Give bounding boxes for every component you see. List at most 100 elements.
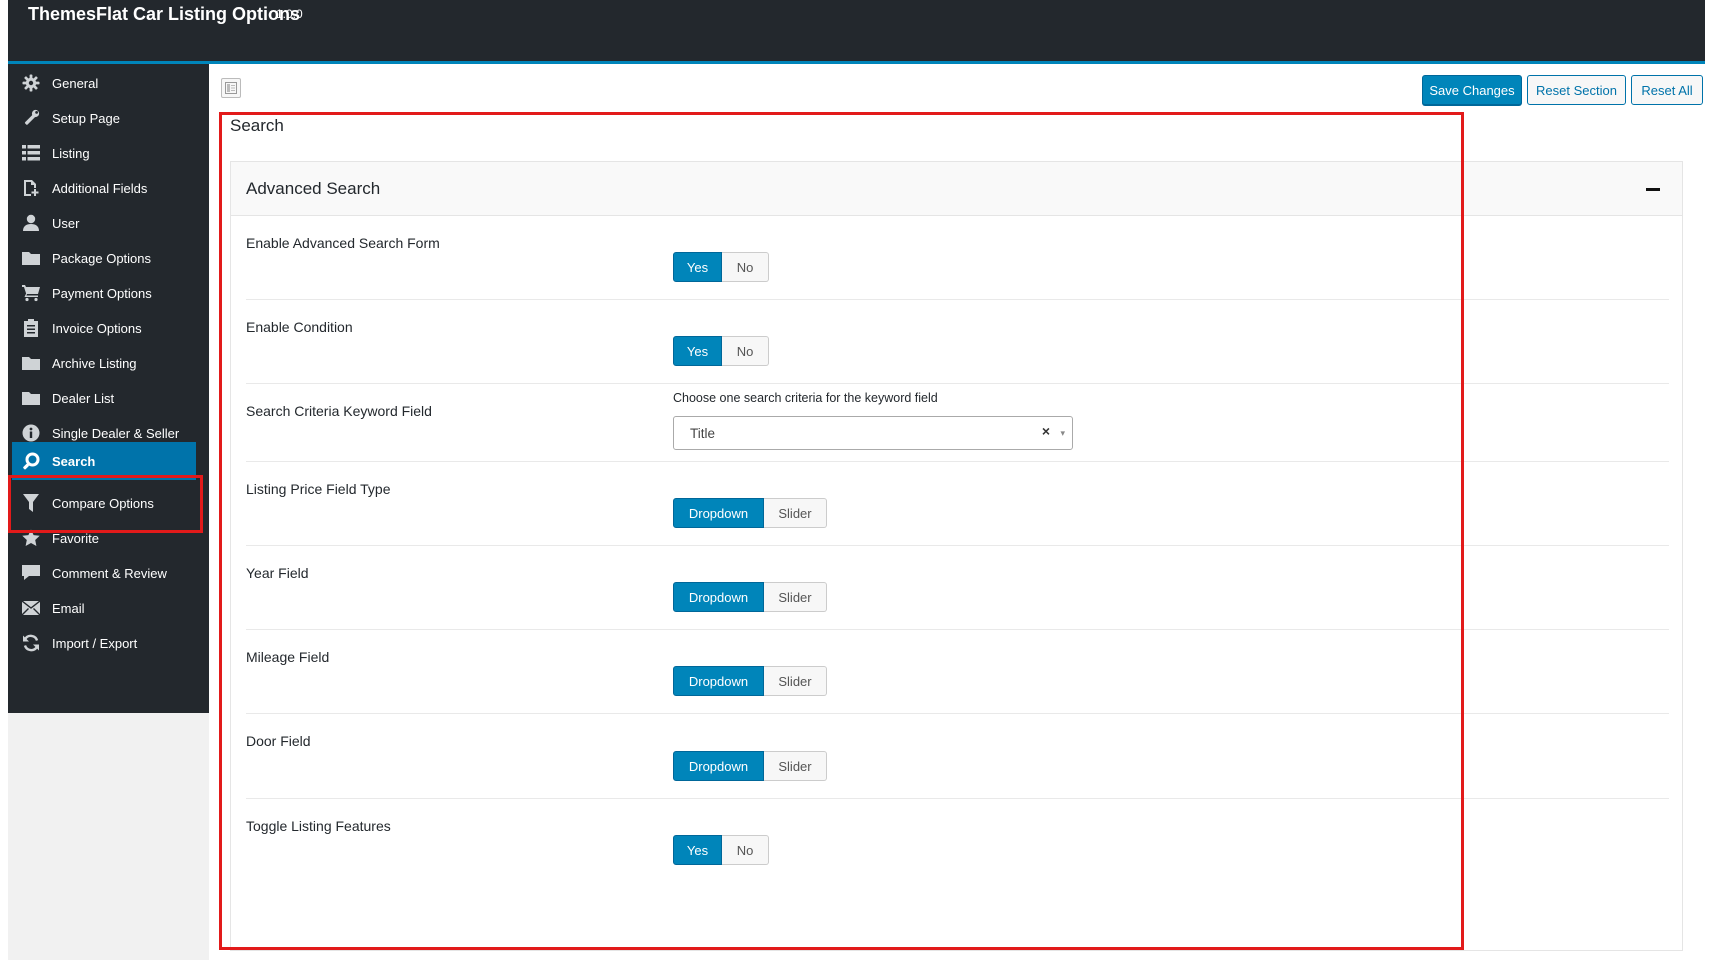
sidebar-item-label: Archive Listing	[52, 355, 137, 371]
slider-button[interactable]: Slider	[764, 751, 827, 781]
expand-toggle-icon[interactable]	[221, 78, 241, 98]
file-plus-icon	[20, 179, 42, 197]
slider-button[interactable]: Slider	[764, 498, 827, 528]
field-label: Listing Price Field Type	[246, 481, 391, 497]
sidebar-item-email[interactable]: Email	[8, 589, 209, 627]
list-icon	[20, 144, 42, 162]
field-row-mileage: Mileage Field Dropdown Slider	[246, 630, 1669, 714]
user-icon	[20, 214, 42, 232]
field-label: Search Criteria Keyword Field	[246, 403, 432, 419]
sidebar-item-favorite[interactable]: Favorite	[8, 519, 209, 557]
cart-icon	[20, 284, 42, 302]
collapse-icon[interactable]	[1646, 188, 1660, 191]
field-label: Door Field	[246, 733, 311, 749]
no-button[interactable]: No	[722, 336, 769, 366]
app-title: ThemesFlat Car Listing Options	[28, 4, 301, 24]
yes-button[interactable]: Yes	[673, 835, 722, 865]
sidebar-item-label: Search	[52, 453, 96, 469]
sidebar-item-label: Email	[52, 600, 85, 616]
clear-icon[interactable]: ×	[1042, 423, 1050, 439]
search-icon	[20, 452, 42, 470]
sidebar-item-search[interactable]: Search	[12, 442, 196, 480]
sidebar-item-label: Listing	[52, 145, 90, 161]
slider-button[interactable]: Slider	[764, 666, 827, 696]
options-window: ThemesFlat Car Listing Options 1.0.0 Gen…	[8, 0, 1705, 960]
sidebar-item-label: Compare Options	[52, 495, 154, 511]
field-description: Choose one search criteria for the keywo…	[673, 391, 938, 405]
sidebar-item-label: General	[52, 75, 99, 91]
sidebar-item-import-export[interactable]: Import / Export	[8, 624, 209, 662]
sidebar-item-dealer-list[interactable]: Dealer List	[8, 379, 209, 417]
dropdown-button[interactable]: Dropdown	[673, 751, 764, 781]
wrench-icon	[20, 109, 42, 127]
main-content: Save Changes Reset Section Reset All Sea…	[209, 64, 1705, 960]
field-label: Mileage Field	[246, 649, 330, 665]
field-row-year: Year Field Dropdown Slider	[246, 546, 1669, 630]
field-row-advanced-search: Enable Advanced Search Form Yes No	[246, 216, 1669, 300]
toggle-features-toggle: Yes No	[673, 835, 769, 865]
panel-header: Advanced Search	[231, 162, 1682, 216]
header-bar: ThemesFlat Car Listing Options 1.0.0	[8, 0, 1705, 64]
sidebar-item-package-options[interactable]: Package Options	[8, 239, 209, 277]
sidebar-item-invoice-options[interactable]: Invoice Options	[8, 309, 209, 347]
refresh-icon	[20, 634, 42, 652]
chevron-down-icon[interactable]: ▾	[1060, 428, 1065, 439]
sidebar-item-label: Payment Options	[52, 285, 152, 301]
advanced-search-panel: Advanced Search Enable Advanced Search F…	[230, 161, 1683, 951]
panel-title: Advanced Search	[246, 179, 381, 198]
field-label: Toggle Listing Features	[246, 818, 391, 834]
dropdown-button[interactable]: Dropdown	[673, 498, 764, 528]
sidebar-item-label: Import / Export	[52, 635, 138, 651]
funnel-icon	[20, 494, 42, 512]
advanced-search-toggle: Yes No	[673, 252, 769, 282]
select-value: Title	[690, 426, 716, 441]
no-button[interactable]: No	[722, 252, 769, 282]
reset-section-button[interactable]: Reset Section	[1527, 75, 1626, 105]
sidebar-item-listing[interactable]: Listing	[8, 134, 209, 172]
comment-icon	[20, 564, 42, 582]
sidebar-item-label: Favorite	[52, 530, 99, 546]
sidebar-item-label: Additional Fields	[52, 180, 148, 196]
yes-button[interactable]: Yes	[673, 336, 722, 366]
sidebar-item-label: Setup Page	[52, 110, 120, 126]
sidebar-item-label: User	[52, 215, 80, 231]
save-changes-button[interactable]: Save Changes	[1422, 75, 1522, 105]
no-button[interactable]: No	[722, 835, 769, 865]
field-row-price: Listing Price Field Type Dropdown Slider	[246, 462, 1669, 546]
dropdown-button[interactable]: Dropdown	[673, 666, 764, 696]
year-toggle: Dropdown Slider	[673, 582, 827, 612]
yes-button[interactable]: Yes	[673, 252, 722, 282]
slider-button[interactable]: Slider	[764, 582, 827, 612]
reset-all-button[interactable]: Reset All	[1631, 75, 1703, 105]
section-title: Search	[230, 116, 284, 135]
keyword-criteria-select[interactable]: Title × ▾	[673, 416, 1073, 450]
sidebar-item-label: Invoice Options	[52, 320, 142, 336]
condition-toggle: Yes No	[673, 336, 769, 366]
sidebar-item-general[interactable]: General	[8, 64, 209, 102]
sidebar-item-label: Dealer List	[52, 390, 115, 406]
dropdown-button[interactable]: Dropdown	[673, 582, 764, 612]
sidebar-item-archive-listing[interactable]: Archive Listing	[8, 344, 209, 382]
clipboard-icon	[20, 319, 42, 337]
field-label: Enable Advanced Search Form	[246, 235, 440, 251]
field-row-toggle-features: Toggle Listing Features Yes No	[246, 799, 1669, 885]
app-version: 1.0.0	[276, 7, 303, 21]
mileage-toggle: Dropdown Slider	[673, 666, 827, 696]
sidebar-item-compare-options[interactable]: Compare Options	[8, 484, 209, 522]
sidebar-item-label: Package Options	[52, 250, 152, 266]
field-row-keyword: Search Criteria Keyword Field Choose one…	[246, 384, 1669, 462]
info-icon	[20, 424, 42, 442]
folder-icon	[20, 354, 42, 372]
sidebar-item-payment-options[interactable]: Payment Options	[8, 274, 209, 312]
sidebar-item-comment-review[interactable]: Comment & Review	[8, 554, 209, 592]
field-row-condition: Enable Condition Yes No	[246, 300, 1669, 384]
door-toggle: Dropdown Slider	[673, 751, 827, 781]
field-label: Year Field	[246, 565, 309, 581]
sidebar: General Setup Page Listing Additional Fi…	[8, 64, 209, 713]
sidebar-item-user[interactable]: User	[8, 204, 209, 242]
envelope-icon	[20, 599, 42, 617]
price-type-toggle: Dropdown Slider	[673, 498, 827, 528]
sidebar-item-setup-page[interactable]: Setup Page	[8, 99, 209, 137]
star-icon	[20, 529, 42, 547]
sidebar-item-additional-fields[interactable]: Additional Fields	[8, 169, 209, 207]
